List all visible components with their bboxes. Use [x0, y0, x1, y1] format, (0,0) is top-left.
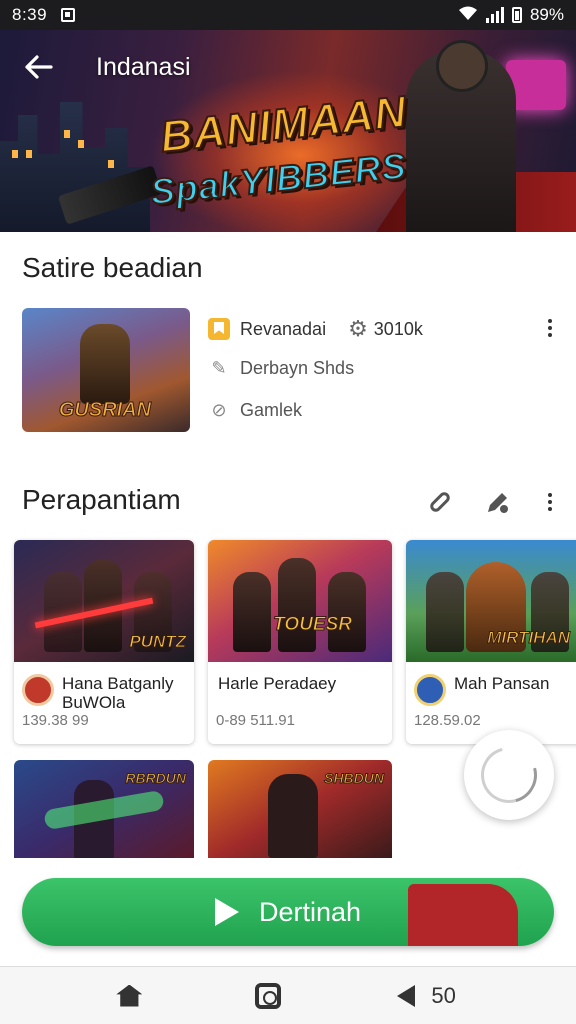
- publisher-name[interactable]: Revanadai: [240, 319, 326, 340]
- loading-spinner: [464, 730, 554, 820]
- thumbnail-character: [80, 324, 130, 404]
- game-card-art: MIRTIHAN: [406, 540, 576, 662]
- back-triangle-icon: [397, 984, 416, 1007]
- wifi-icon: [458, 5, 478, 26]
- play-button-label: Dertinah: [258, 896, 362, 927]
- home-icon: [116, 984, 143, 1007]
- game-card-art-label: SHBDUN: [324, 770, 385, 787]
- game-card-avatar: [22, 674, 54, 706]
- signal-icon: [485, 7, 504, 23]
- game-card-art-label: PUNTZ: [129, 632, 187, 652]
- nav-back-button[interactable]: 50: [377, 976, 477, 1016]
- publisher-row: Revanadai ⚙ 3010k: [208, 316, 423, 342]
- page-title: Indanasi: [96, 52, 191, 81]
- battery-percent: 89%: [529, 5, 564, 24]
- detail-text-1: Derbayn Shds: [240, 358, 355, 378]
- game-card-art-label: TOUESR: [273, 614, 353, 636]
- gear-icon: ⚙: [348, 316, 368, 341]
- thumbnail-logo: GUSRIAN: [58, 399, 152, 422]
- system-nav-bar: 50: [0, 966, 576, 1024]
- game-card-5[interactable]: SHBDUN: [208, 760, 392, 858]
- game-card-3[interactable]: MIRTIHAN Mah Pansan 128.59.02: [406, 540, 576, 744]
- banner-character: [406, 40, 516, 232]
- pencil-icon: ✎: [211, 358, 227, 378]
- link-icon[interactable]: [426, 488, 454, 516]
- game-card-2[interactable]: TOUESR Harle Peradaey 0-89 511.91: [208, 540, 392, 744]
- battery-icon: [511, 7, 522, 23]
- back-button[interactable]: [22, 51, 54, 83]
- edit-icon[interactable]: [484, 488, 512, 516]
- arrow-left-icon: [25, 55, 53, 79]
- status-time: 8:39: [12, 5, 48, 24]
- game-card-4[interactable]: RBRDUN: [14, 760, 194, 858]
- game-card-art: PUNTZ: [14, 540, 194, 662]
- nav-home-button[interactable]: [99, 976, 159, 1016]
- nav-right-label: 50: [431, 982, 456, 1008]
- status-bar: 8:39 89%: [0, 0, 576, 30]
- game-card-art-label: MIRTIHAN: [487, 628, 571, 648]
- spinner-ring-icon: [470, 736, 548, 814]
- game-card-meta: 139.38 99: [22, 712, 89, 729]
- game-card-art-label: RBRDUN: [125, 770, 187, 787]
- leaf-icon: ⊘: [211, 400, 227, 420]
- detail-row-2: ⊘ Gamlek: [208, 400, 302, 421]
- list-more-menu-icon[interactable]: [538, 490, 562, 514]
- featured-thumbnail[interactable]: GUSRIAN: [22, 308, 190, 432]
- rating-count: 3010k: [373, 318, 423, 339]
- game-card-title: Mah Pansan: [454, 674, 550, 693]
- notification-icon: [61, 8, 76, 22]
- status-icons: 89%: [458, 5, 564, 26]
- app-header: Indanasi: [0, 30, 220, 104]
- game-card-title: Hana Batganly BuWOla: [62, 674, 174, 712]
- section-title-featured: Satire beadian: [22, 252, 203, 283]
- game-card-1[interactable]: PUNTZ Hana Batganly BuWOla 139.38 99: [14, 540, 194, 744]
- recents-icon: [254, 982, 281, 1009]
- game-card-avatar: [414, 674, 446, 706]
- detail-text-2: Gamlek: [240, 400, 303, 420]
- featured-more-menu-icon[interactable]: [538, 316, 562, 340]
- game-card-meta: 0-89 511.91: [216, 712, 295, 729]
- bookmark-tag-icon: [208, 318, 230, 340]
- detail-row-1: ✎ Derbayn Shds: [208, 358, 354, 379]
- play-button[interactable]: Dertinah: [22, 878, 554, 946]
- game-card-meta: 128.59.02: [414, 712, 481, 729]
- section-title-list: Perapantiam: [22, 484, 181, 515]
- game-card-art: TOUESR: [208, 540, 392, 662]
- nav-recents-button[interactable]: [238, 976, 298, 1016]
- game-card-title: Harle Peradaey: [218, 674, 337, 693]
- play-icon: [214, 898, 239, 926]
